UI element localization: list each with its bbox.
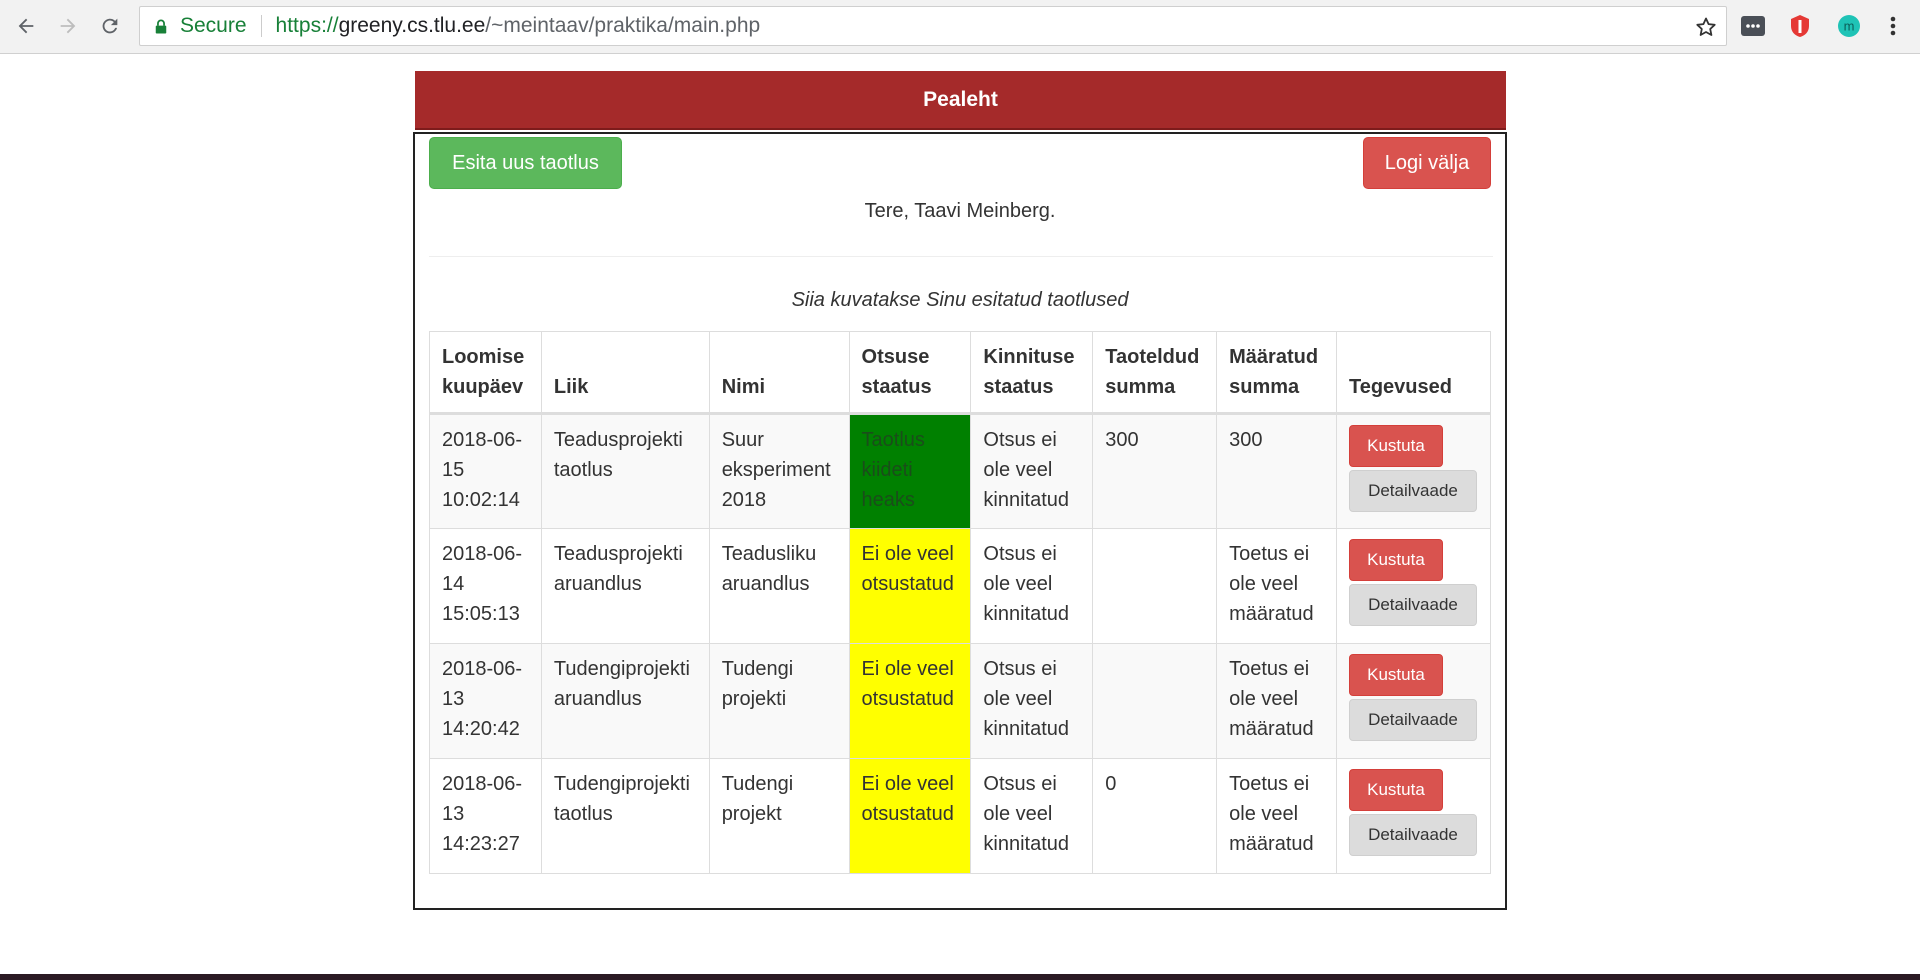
column-header[interactable]: Liik xyxy=(540,331,710,415)
delete-button[interactable]: Kustuta xyxy=(1348,539,1443,581)
extension-menu-icon[interactable] xyxy=(1740,13,1766,39)
date-cell: 2018-06-15 10:02:14 xyxy=(429,413,542,529)
actions-cell: Kustuta Detailvaade xyxy=(1335,528,1492,644)
name-cell: Tudengi projekt xyxy=(708,758,850,874)
name-cell: Teadusliku aruandlus xyxy=(708,528,850,644)
name-cell: Suur eksperiment 2018 xyxy=(708,413,850,529)
detail-view-button[interactable]: Detailvaade xyxy=(1348,584,1477,626)
detail-view-button[interactable]: Detailvaade xyxy=(1348,699,1477,741)
delete-button[interactable]: Kustuta xyxy=(1348,769,1443,811)
type-cell: Teadusprojekti aruandlus xyxy=(540,528,710,644)
forward-arrow-icon[interactable] xyxy=(54,12,82,40)
page-title: Pealeht xyxy=(923,87,998,111)
table-row: 2018-06-14 15:05:13 Teadusprojekti aruan… xyxy=(429,528,1492,644)
name-cell: Tudengi projekti xyxy=(708,643,850,759)
requested-amount-cell: 0 xyxy=(1092,758,1218,874)
table-header-row: Loomise kuupäev Liik Nimi Otsuse staatus… xyxy=(429,331,1492,415)
actions-cell: Kustuta Detailvaade xyxy=(1335,758,1492,874)
confirmation-status-cell: Otsus ei ole veel kinnitatud xyxy=(970,643,1094,759)
table-row: 2018-06-13 14:20:42 Tudengiprojekti arua… xyxy=(429,643,1492,759)
decision-status-cell: Ei ole veel otsustatud xyxy=(848,643,972,759)
delete-button[interactable]: Kustuta xyxy=(1348,654,1443,696)
table-row: 2018-06-15 10:02:14 Teadusprojekti taotl… xyxy=(429,413,1492,529)
logout-button[interactable]: Logi välja xyxy=(1363,137,1491,189)
shield-extension-icon[interactable] xyxy=(1787,13,1813,39)
delete-button[interactable]: Kustuta xyxy=(1348,425,1443,467)
browser-menu-icon[interactable] xyxy=(1880,13,1906,39)
column-header[interactable]: Otsuse staatus xyxy=(848,331,972,415)
column-header[interactable]: Tegevused xyxy=(1335,331,1492,415)
date-cell: 2018-06-14 15:05:13 xyxy=(429,528,542,644)
actions-cell: Kustuta Detailvaade xyxy=(1335,643,1492,759)
date-cell: 2018-06-13 14:20:42 xyxy=(429,643,542,759)
decision-status-cell: Ei ole veel otsustatud xyxy=(848,758,972,874)
lock-icon xyxy=(154,17,170,35)
greeting-text: Tere, Taavi Meinberg. xyxy=(864,200,1056,222)
actions-cell: Kustuta Detailvaade xyxy=(1335,413,1492,529)
requested-amount-cell xyxy=(1092,528,1218,644)
confirmation-status-cell: Otsus ei ole veel kinnitatud xyxy=(970,413,1094,529)
new-application-button[interactable]: Esita uus taotlus xyxy=(429,137,622,189)
requested-amount-cell: 300 xyxy=(1092,413,1218,529)
secure-label: Secure xyxy=(180,14,247,37)
decision-status-cell: Taotlus kiideti heaks xyxy=(848,413,972,529)
assigned-amount-cell: Toetus ei ole veel määratud xyxy=(1216,528,1337,644)
taskbar-strip xyxy=(0,974,1920,980)
reload-icon[interactable] xyxy=(96,12,124,40)
browser-toolbar: Secure https://greeny.cs.tlu.ee/~meintaa… xyxy=(0,0,1920,54)
type-cell: Tudengiprojekti taotlus xyxy=(540,758,710,874)
date-cell: 2018-06-13 14:23:27 xyxy=(429,758,542,874)
column-header[interactable]: Määratud summa xyxy=(1216,331,1337,415)
page-header: Pealeht xyxy=(415,71,1506,130)
url-text[interactable]: https://greeny.cs.tlu.ee/~meintaav/prakt… xyxy=(276,14,761,38)
main-panel: Esita uus taotlus Logi välja Tere, Taavi… xyxy=(413,132,1507,910)
divider xyxy=(429,256,1493,257)
assigned-amount-cell: Toetus ei ole veel määratud xyxy=(1216,643,1337,759)
table-caption: Siia kuvatakse Sinu esitatud taotlused xyxy=(791,289,1129,311)
detail-view-button[interactable]: Detailvaade xyxy=(1348,814,1477,856)
confirmation-status-cell: Otsus ei ole veel kinnitatud xyxy=(970,758,1094,874)
table-row: 2018-06-13 14:23:27 Tudengiprojekti taot… xyxy=(429,758,1492,874)
decision-status-cell: Ei ole veel otsustatud xyxy=(848,528,972,644)
svg-text:m: m xyxy=(1844,19,1855,34)
bookmark-star-icon[interactable] xyxy=(1694,15,1718,39)
column-header[interactable]: Kinnituse staatus xyxy=(970,331,1094,415)
column-header[interactable]: Taoteldud summa xyxy=(1092,331,1218,415)
type-cell: Teadusprojekti taotlus xyxy=(540,413,710,529)
confirmation-status-cell: Otsus ei ole veel kinnitatud xyxy=(970,528,1094,644)
column-header[interactable]: Nimi xyxy=(708,331,850,415)
assigned-amount-cell: 300 xyxy=(1216,413,1337,529)
detail-view-button[interactable]: Detailvaade xyxy=(1348,470,1477,512)
assigned-amount-cell: Toetus ei ole veel määratud xyxy=(1216,758,1337,874)
requested-amount-cell xyxy=(1092,643,1218,759)
omnibox-divider xyxy=(260,15,262,37)
address-bar[interactable]: Secure https://greeny.cs.tlu.ee/~meintaa… xyxy=(139,6,1727,46)
profile-avatar-icon[interactable]: m xyxy=(1836,13,1862,39)
applications-table: Loomise kuupäev Liik Nimi Otsuse staatus… xyxy=(429,331,1492,874)
column-header[interactable]: Loomise kuupäev xyxy=(429,331,542,415)
back-arrow-icon[interactable] xyxy=(12,12,40,40)
type-cell: Tudengiprojekti aruandlus xyxy=(540,643,710,759)
